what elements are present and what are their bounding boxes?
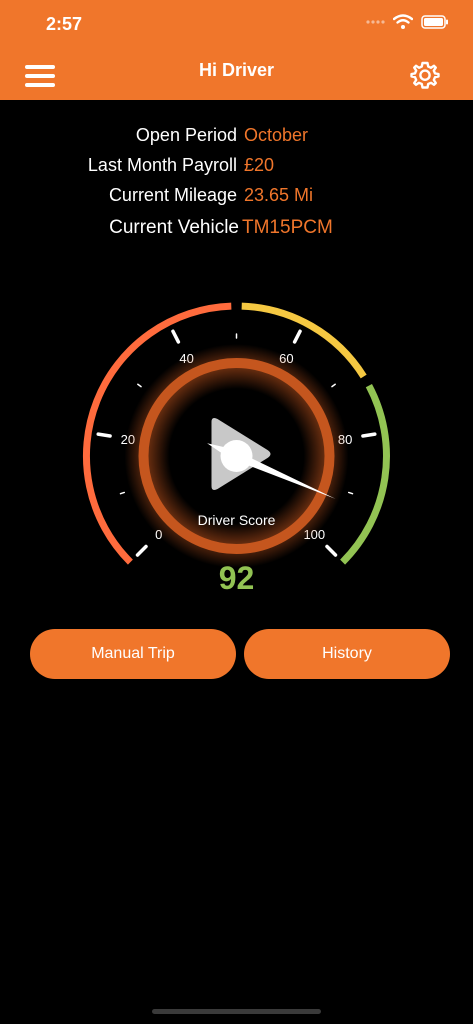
info-row-open-period: Open Period October <box>0 125 473 155</box>
signal-icon <box>366 20 385 24</box>
menu-icon[interactable] <box>25 64 55 88</box>
info-value: October <box>244 125 309 145</box>
gauge-major-tick <box>361 432 377 438</box>
info-row-current-vehicle: Current Vehicle TM15PCM <box>0 217 473 247</box>
home-indicator <box>152 1009 321 1014</box>
gauge-major-tick <box>135 544 148 557</box>
info-value: £20 <box>244 155 275 175</box>
gauge-needle-hub <box>220 440 253 472</box>
gauge-caption: Driver Score <box>198 512 276 528</box>
history-button[interactable]: History <box>244 629 450 679</box>
info-row-last-month-payroll: Last Month Payroll £20 <box>0 155 473 185</box>
info-value: TM15PCM <box>242 217 333 238</box>
gauge-major-tick <box>171 329 181 344</box>
info-label: Current Mileage <box>108 185 237 205</box>
info-value: 23.65 Mi <box>244 185 314 205</box>
wifi-icon <box>393 14 413 29</box>
gauge-minor-tick <box>137 383 142 388</box>
battery-icon <box>421 15 448 29</box>
gauge-major-tick <box>325 544 338 557</box>
info-label: Last Month Payroll <box>87 155 237 175</box>
gauge-band-high <box>340 383 390 565</box>
gauge-minor-tick <box>331 383 336 388</box>
manual-trip-button[interactable]: Manual Trip <box>30 629 236 679</box>
driver-score-value: 92 <box>218 560 255 596</box>
gauge-major-tick <box>96 432 112 438</box>
info-label: Current Vehicle <box>109 217 239 238</box>
gear-icon[interactable] <box>410 60 440 90</box>
info-label: Open Period <box>135 125 237 145</box>
gauge-major-tick <box>292 329 302 344</box>
app-header: 2:57 Hi Driver <box>0 0 473 100</box>
page-title: Hi Driver <box>198 60 275 80</box>
info-row-current-mileage: Current Mileage 23.65 Mi <box>0 185 473 215</box>
gauge-minor-tick <box>119 491 126 495</box>
status-time: 2:57 <box>46 14 83 34</box>
status-icons <box>365 14 449 30</box>
gauge-minor-tick <box>347 491 354 495</box>
